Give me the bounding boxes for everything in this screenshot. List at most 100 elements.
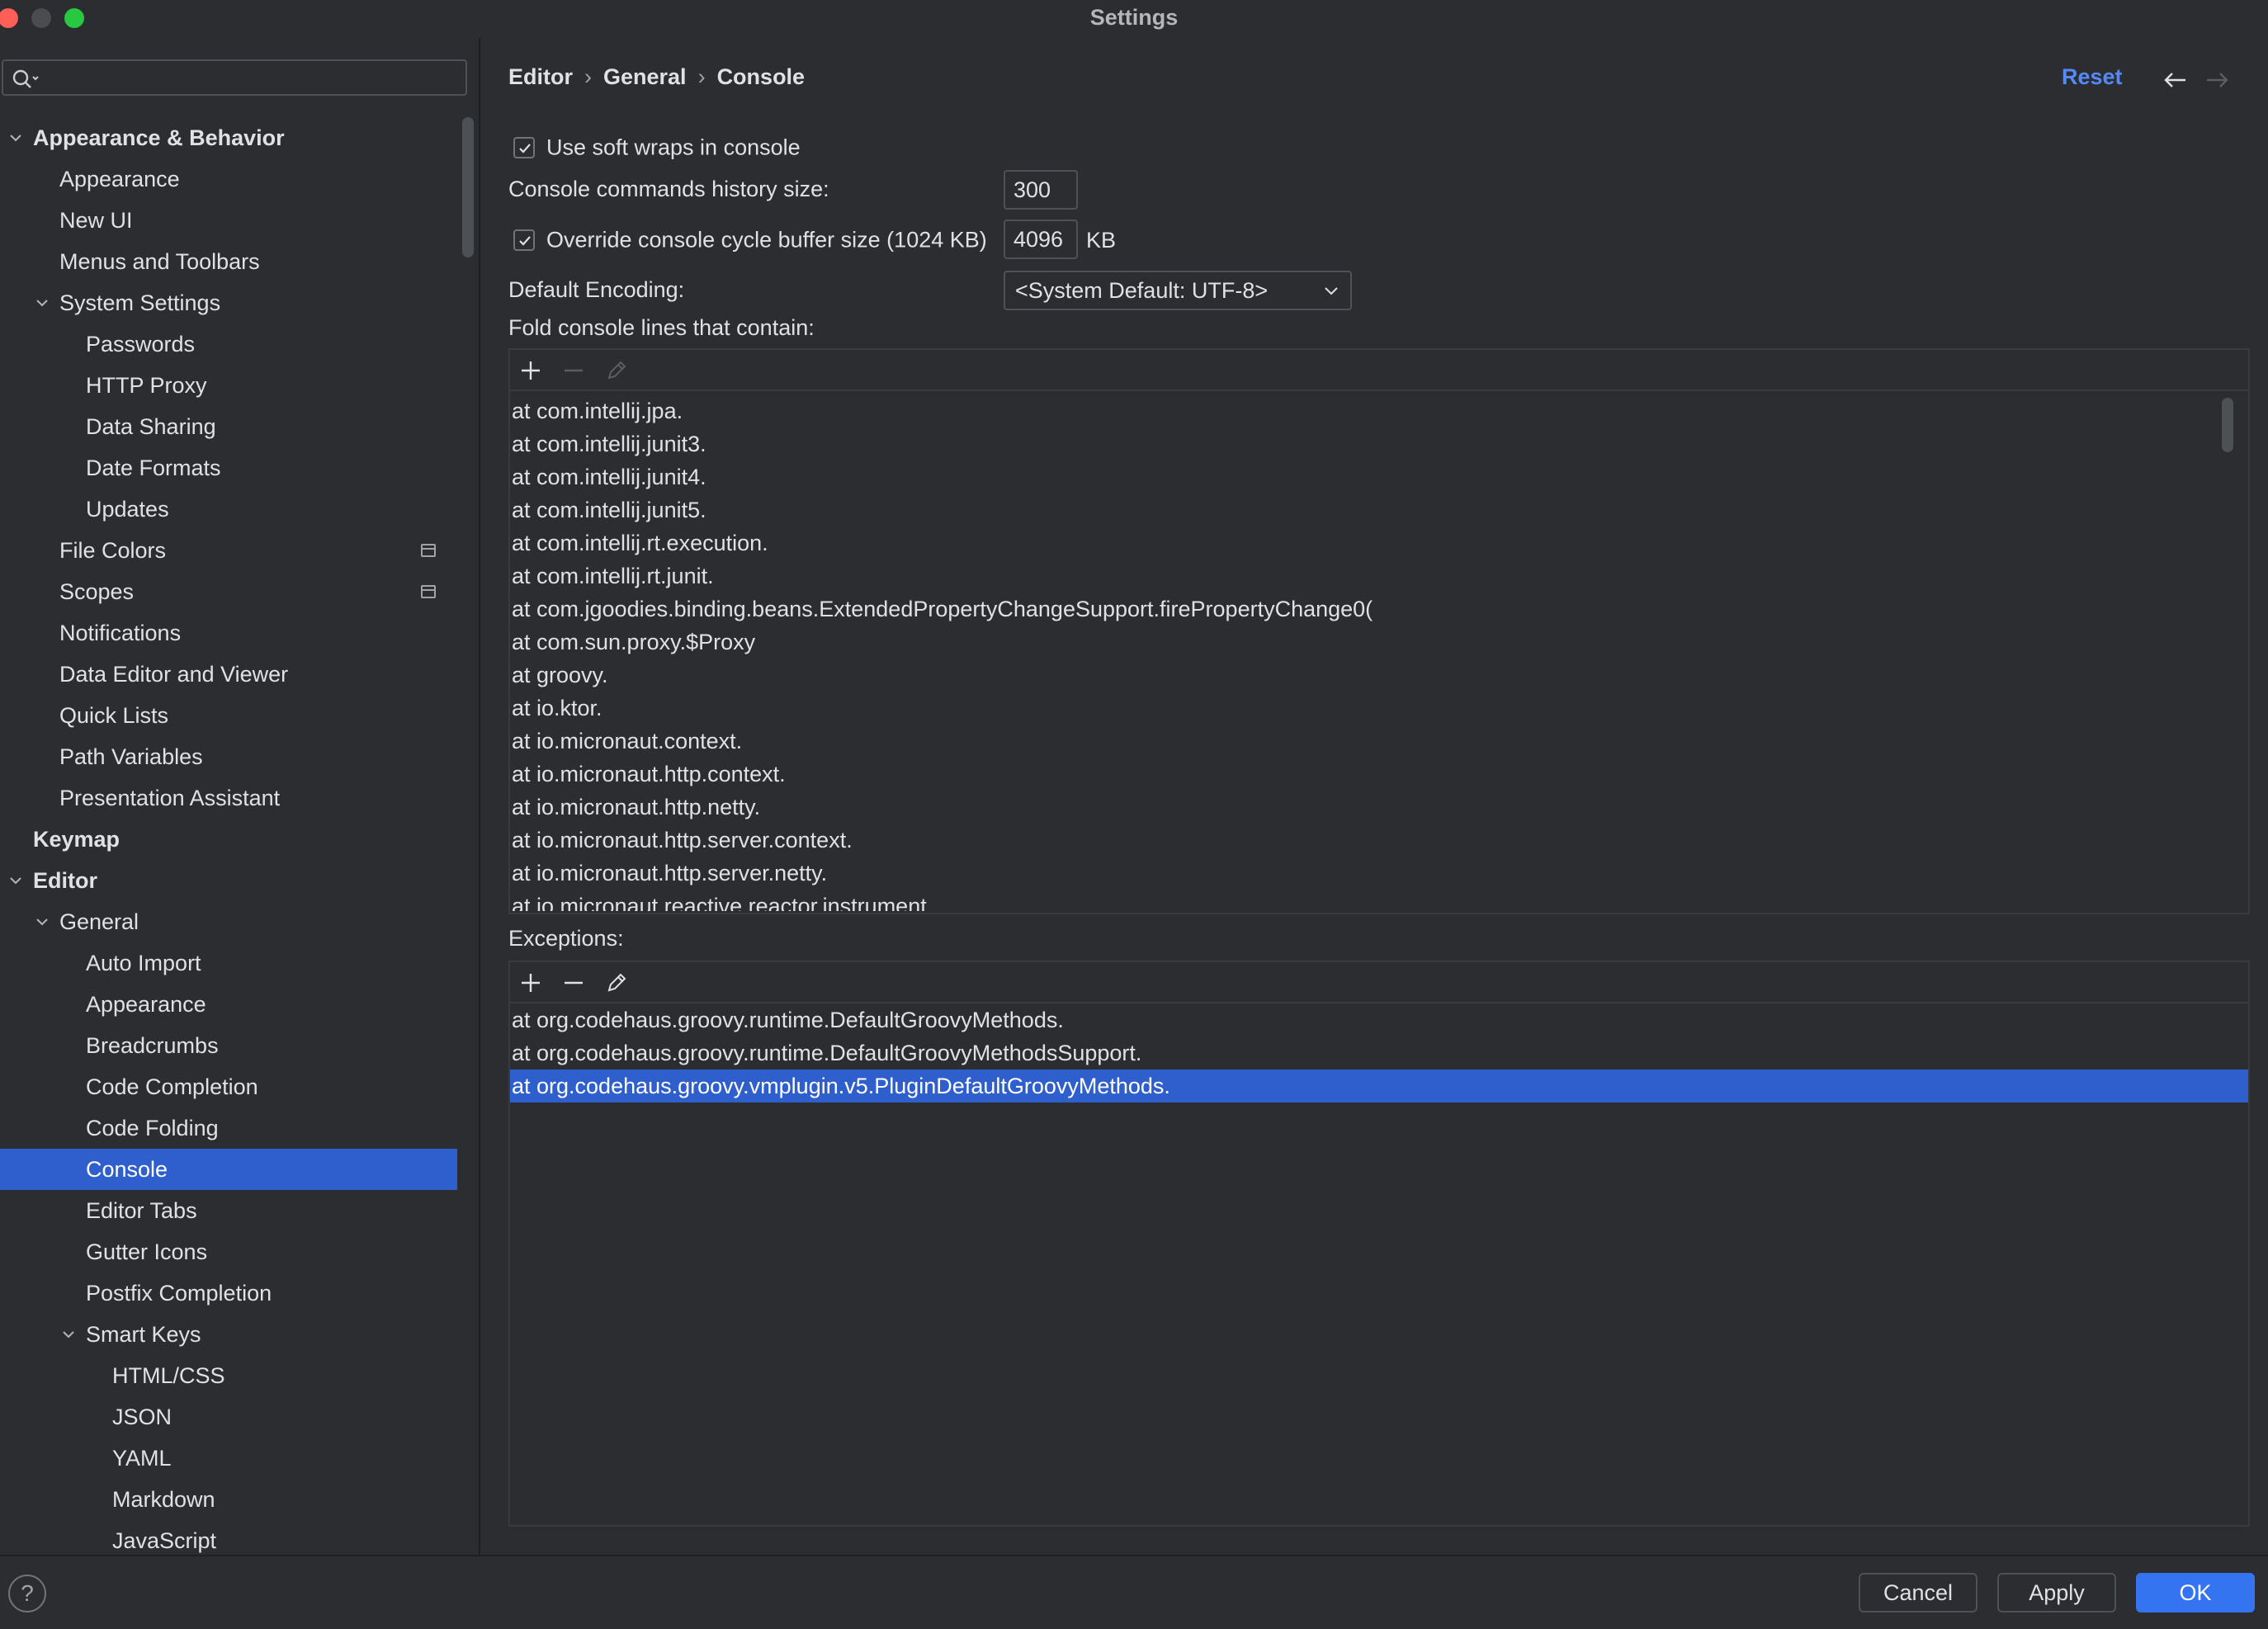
tree-item-editor-appearance[interactable]: Appearance [0,984,457,1025]
tree-item-new-ui[interactable]: New UI [0,200,457,241]
tree-item-label: JavaScript [112,1528,217,1553]
override-buffer-checkbox[interactable] [513,229,535,251]
tree-item-label: Appearance [86,992,206,1017]
ok-button[interactable]: OK [2136,1573,2255,1612]
tree-item-smart-keys[interactable]: Smart Keys [0,1314,457,1355]
tree-item-http-proxy[interactable]: HTTP Proxy [0,365,457,406]
chevron-down-icon[interactable] [59,1314,78,1355]
fold-lines-panel: at com.intellij.jpa. at com.intellij.jun… [508,348,2250,914]
list-item[interactable]: at com.sun.proxy.$Proxy [510,626,2248,659]
tree-item-notifications[interactable]: Notifications [0,612,457,654]
list-item[interactable]: at com.intellij.junit4. [510,460,2248,493]
add-icon[interactable] [520,360,541,381]
search-input[interactable] [2,59,467,96]
list-item[interactable]: at io.micronaut.http.netty. [510,791,2248,824]
tree-item-yaml[interactable]: YAML [0,1438,457,1479]
breadcrumb-editor[interactable]: Editor [508,64,573,89]
list-item[interactable]: at org.codehaus.groovy.runtime.DefaultGr… [510,1003,2248,1036]
tree-item-code-folding[interactable]: Code Folding [0,1107,457,1149]
list-item-selected[interactable]: at org.codehaus.groovy.vmplugin.v5.Plugi… [510,1069,2248,1103]
list-item[interactable]: at groovy. [510,659,2248,692]
tree-item-keymap[interactable]: Keymap [0,819,457,860]
list-item[interactable]: at io.micronaut.http.context. [510,758,2248,791]
tree-item-data-editor-viewer[interactable]: Data Editor and Viewer [0,654,457,695]
tree-item-editor[interactable]: Editor [0,860,457,901]
breadcrumb-separator: › [697,64,706,89]
buffer-size-input[interactable]: 4096 [1004,220,1078,259]
tree-item-breadcrumbs[interactable]: Breadcrumbs [0,1025,457,1066]
tree-item-quick-lists[interactable]: Quick Lists [0,695,457,736]
list-item[interactable]: at com.intellij.rt.execution. [510,526,2248,560]
chevron-down-icon[interactable] [33,282,51,323]
sidebar-scrollbar[interactable] [462,117,474,257]
apply-button[interactable]: Apply [1997,1573,2116,1612]
list-item[interactable]: at com.intellij.jpa. [510,394,2248,427]
tree-item-presentation-assistant[interactable]: Presentation Assistant [0,777,457,819]
settings-tree: Appearance & Behavior Appearance New UI … [0,117,457,1555]
tree-item-code-completion[interactable]: Code Completion [0,1066,457,1107]
tree-item-label: Postfix Completion [86,1281,272,1306]
tree-item-general[interactable]: General [0,901,457,942]
list-item[interactable]: at io.micronaut.context. [510,725,2248,758]
tree-item-menus-toolbars[interactable]: Menus and Toolbars [0,241,457,282]
tree-item-file-colors[interactable]: File Colors [0,530,457,571]
tree-item-javascript[interactable]: JavaScript [0,1520,457,1555]
tree-item-label: Presentation Assistant [59,786,281,810]
tree-item-label: Keymap [33,827,120,852]
encoding-label: Default Encoding: [508,277,685,302]
fold-lines-list[interactable]: at com.intellij.jpa. at com.intellij.jun… [510,391,2248,911]
tree-item-updates[interactable]: Updates [0,489,457,530]
tree-item-path-variables[interactable]: Path Variables [0,736,457,777]
tree-item-label: HTTP Proxy [86,373,207,398]
soft-wraps-checkbox[interactable] [513,136,535,158]
tree-item-gutter-icons[interactable]: Gutter Icons [0,1231,457,1273]
chevron-down-icon[interactable] [7,860,25,901]
fold-lines-label: Fold console lines that contain: [508,315,815,340]
cancel-button[interactable]: Cancel [1859,1573,1977,1612]
reset-link[interactable]: Reset [2062,64,2123,90]
edit-icon[interactable] [606,972,627,994]
project-level-icon [421,585,436,598]
remove-icon[interactable] [563,972,584,994]
dialog-footer: ? Cancel Apply OK [0,1555,2268,1629]
list-item[interactable]: at io.micronaut.http.server.context. [510,824,2248,857]
tree-item-editor-tabs[interactable]: Editor Tabs [0,1190,457,1231]
list-item[interactable]: at com.intellij.junit5. [510,493,2248,526]
tree-item-appearance[interactable]: Appearance [0,158,457,200]
tree-item-system-settings[interactable]: System Settings [0,282,457,323]
fold-lines-scrollbar[interactable] [2222,398,2233,452]
list-item[interactable]: at io.ktor. [510,692,2248,725]
list-item[interactable]: at org.codehaus.groovy.runtime.DefaultGr… [510,1036,2248,1069]
chevron-down-icon[interactable] [33,901,51,942]
chevron-down-icon[interactable] [7,117,25,158]
history-size-input[interactable]: 300 [1004,170,1078,210]
list-item[interactable]: at com.intellij.junit3. [510,427,2248,460]
tree-item-data-sharing[interactable]: Data Sharing [0,406,457,447]
tree-item-date-formats[interactable]: Date Formats [0,447,457,489]
tree-item-scopes[interactable]: Scopes [0,571,457,612]
add-icon[interactable] [520,972,541,994]
tree-item-json[interactable]: JSON [0,1396,457,1438]
tree-item-console[interactable]: Console [0,1149,457,1190]
exceptions-list[interactable]: at org.codehaus.groovy.runtime.DefaultGr… [510,1003,2248,1523]
tree-item-appearance-behavior[interactable]: Appearance & Behavior [0,117,457,158]
breadcrumb-general[interactable]: General [603,64,687,89]
help-button[interactable]: ? [8,1575,46,1612]
edit-icon[interactable] [606,360,627,381]
tree-item-markdown[interactable]: Markdown [0,1479,457,1520]
tree-item-postfix-completion[interactable]: Postfix Completion [0,1273,457,1314]
list-item[interactable]: at com.jgoodies.binding.beans.ExtendedPr… [510,593,2248,626]
back-arrow-icon[interactable] [2162,71,2187,89]
forward-arrow-icon[interactable] [2205,71,2230,89]
tree-item-html-css[interactable]: HTML/CSS [0,1355,457,1396]
breadcrumb-console: Console [716,64,806,89]
remove-icon[interactable] [563,360,584,381]
encoding-dropdown[interactable]: <System Default: UTF-8> [1004,271,1352,310]
chevron-down-icon [1325,287,1338,295]
tree-item-label: Smart Keys [86,1322,201,1347]
tree-item-passwords[interactable]: Passwords [0,323,457,365]
list-item[interactable]: at io.micronaut.reactive.reactor.instrum… [510,890,2248,911]
list-item[interactable]: at io.micronaut.http.server.netty. [510,857,2248,890]
tree-item-auto-import[interactable]: Auto Import [0,942,457,984]
list-item[interactable]: at com.intellij.rt.junit. [510,560,2248,593]
